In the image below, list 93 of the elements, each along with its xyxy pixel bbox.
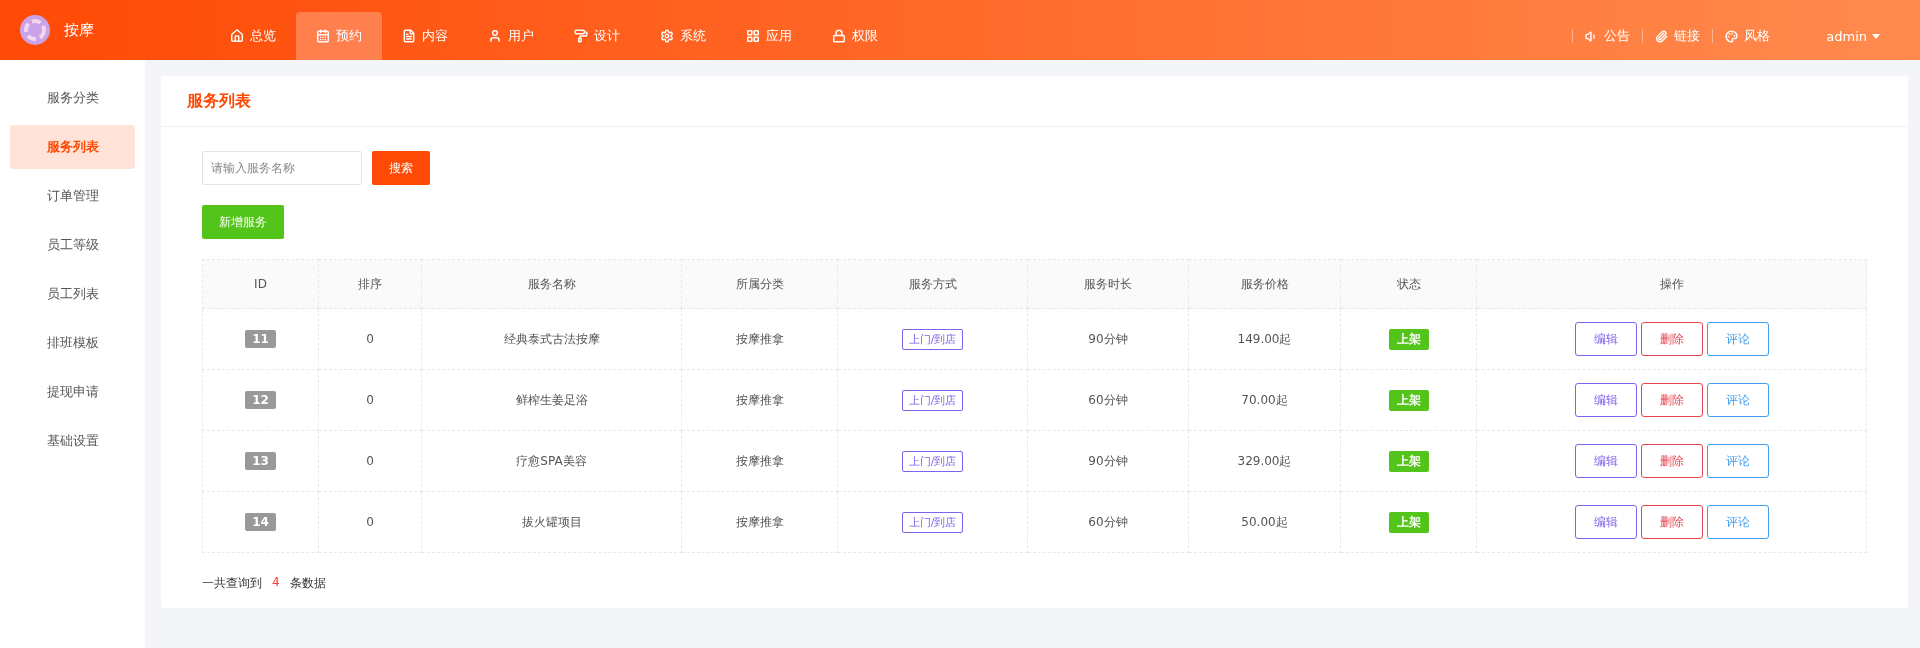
table-cell: 60分钟 xyxy=(1027,369,1189,431)
comment-button[interactable]: 评论 xyxy=(1706,322,1769,356)
delete-button[interactable]: 删除 xyxy=(1640,444,1703,478)
column-header: 所属分类 xyxy=(681,259,838,309)
delete-button[interactable]: 删除 xyxy=(1640,383,1703,417)
logo-icon xyxy=(20,15,50,45)
palette-icon xyxy=(1725,29,1739,43)
table-cell: 149.00起 xyxy=(1188,308,1341,370)
table-cell: 经典泰式古法按摩 xyxy=(421,308,682,370)
delete-button[interactable]: 删除 xyxy=(1640,505,1703,539)
table-cell: 0 xyxy=(318,308,422,370)
sidebar-item[interactable]: 员工列表 xyxy=(10,272,135,316)
header-link[interactable]: 公告 xyxy=(1572,29,1643,43)
nav-tab[interactable]: 应用 xyxy=(726,12,812,60)
sidebar-item[interactable]: 服务分类 xyxy=(10,76,135,120)
lock-icon xyxy=(832,29,846,43)
nav-tab[interactable]: 总览 xyxy=(210,12,296,60)
result-count: 4 xyxy=(272,575,280,591)
id-badge: 11 xyxy=(245,330,276,348)
column-header: 排序 xyxy=(318,259,422,309)
column-header: 状态 xyxy=(1340,259,1477,309)
column-header: 服务方式 xyxy=(837,259,1028,309)
add-service-button[interactable]: 新增服务 xyxy=(202,205,284,239)
column-header: ID xyxy=(202,259,319,309)
header-link[interactable]: 风格 xyxy=(1712,29,1783,43)
paint-roller-icon xyxy=(574,29,588,43)
document-icon xyxy=(402,29,416,43)
delete-button[interactable]: 删除 xyxy=(1640,322,1703,356)
column-header: 操作 xyxy=(1476,259,1867,309)
service-mode-tag: 上门/到店 xyxy=(901,511,964,533)
search-button[interactable]: 搜索 xyxy=(372,151,430,185)
comment-button[interactable]: 评论 xyxy=(1706,444,1769,478)
table-cell: 按摩推拿 xyxy=(681,308,838,370)
settings-icon xyxy=(660,29,674,43)
column-header: 服务时长 xyxy=(1027,259,1189,309)
page-title: 服务列表 xyxy=(187,90,251,112)
table-cell: 鲜榨生姜足浴 xyxy=(421,369,682,431)
summary-text: 一共查询到 xyxy=(202,575,262,592)
edit-button[interactable]: 编辑 xyxy=(1574,505,1637,539)
id-badge: 14 xyxy=(245,513,276,531)
nav-tab[interactable]: 用户 xyxy=(468,12,554,60)
paperclip-icon xyxy=(1655,29,1669,43)
sidebar-item[interactable]: 提现申请 xyxy=(10,370,135,414)
search-field[interactable]: 请输入服务名称 xyxy=(202,151,362,185)
user-menu[interactable]: admin xyxy=(1826,28,1880,44)
sidebar-item[interactable]: 排班模板 xyxy=(10,321,135,365)
table-cell: 90分钟 xyxy=(1027,430,1189,492)
table-cell: 70.00起 xyxy=(1188,369,1341,431)
summary-text: 条数据 xyxy=(289,575,326,592)
header-link[interactable]: 链接 xyxy=(1642,29,1713,43)
table-cell: 90分钟 xyxy=(1027,308,1189,370)
nav-tab[interactable]: 内容 xyxy=(382,12,468,60)
user-icon xyxy=(488,29,502,43)
edit-button[interactable]: 编辑 xyxy=(1574,322,1637,356)
edit-button[interactable]: 编辑 xyxy=(1574,383,1637,417)
table-cell: 按摩推拿 xyxy=(681,491,838,553)
home-icon xyxy=(230,29,244,43)
service-mode-tag: 上门/到店 xyxy=(901,328,964,350)
column-header: 服务名称 xyxy=(421,259,682,309)
status-badge: 上架 xyxy=(1388,328,1429,350)
sidebar-item[interactable]: 服务列表 xyxy=(10,125,135,169)
grid-icon xyxy=(746,29,760,43)
table-cell: 疗愈SPA美容 xyxy=(421,430,682,492)
nav-tab[interactable]: 权限 xyxy=(812,12,898,60)
column-header: 服务价格 xyxy=(1188,259,1341,309)
calendar-icon xyxy=(316,29,330,43)
service-mode-tag: 上门/到店 xyxy=(901,450,964,472)
table-cell: 按摩推拿 xyxy=(681,430,838,492)
table-cell: 0 xyxy=(318,491,422,553)
table-cell: 329.00起 xyxy=(1188,430,1341,492)
brand-name: 按摩 xyxy=(64,20,94,40)
nav-tab[interactable]: 系统 xyxy=(640,12,726,60)
table-cell: 拔火罐项目 xyxy=(421,491,682,553)
id-badge: 13 xyxy=(245,452,276,470)
nav-tab[interactable]: 设计 xyxy=(554,12,640,60)
table-cell: 0 xyxy=(318,369,422,431)
table-cell: 0 xyxy=(318,430,422,492)
comment-button[interactable]: 评论 xyxy=(1706,505,1769,539)
status-badge: 上架 xyxy=(1388,450,1429,472)
table-cell: 50.00起 xyxy=(1188,491,1341,553)
service-mode-tag: 上门/到店 xyxy=(901,389,964,411)
sidebar-item[interactable]: 员工等级 xyxy=(10,223,135,267)
caret-icon xyxy=(1872,33,1880,39)
sidebar-item[interactable]: 基础设置 xyxy=(10,419,135,463)
table-cell: 60分钟 xyxy=(1027,491,1189,553)
status-badge: 上架 xyxy=(1388,389,1429,411)
table-cell: 按摩推拿 xyxy=(681,369,838,431)
edit-button[interactable]: 编辑 xyxy=(1574,444,1637,478)
nav-tab[interactable]: 预约 xyxy=(296,12,382,60)
status-badge: 上架 xyxy=(1388,511,1429,533)
comment-button[interactable]: 评论 xyxy=(1706,383,1769,417)
id-badge: 12 xyxy=(245,391,276,409)
sidebar-item[interactable]: 订单管理 xyxy=(10,174,135,218)
